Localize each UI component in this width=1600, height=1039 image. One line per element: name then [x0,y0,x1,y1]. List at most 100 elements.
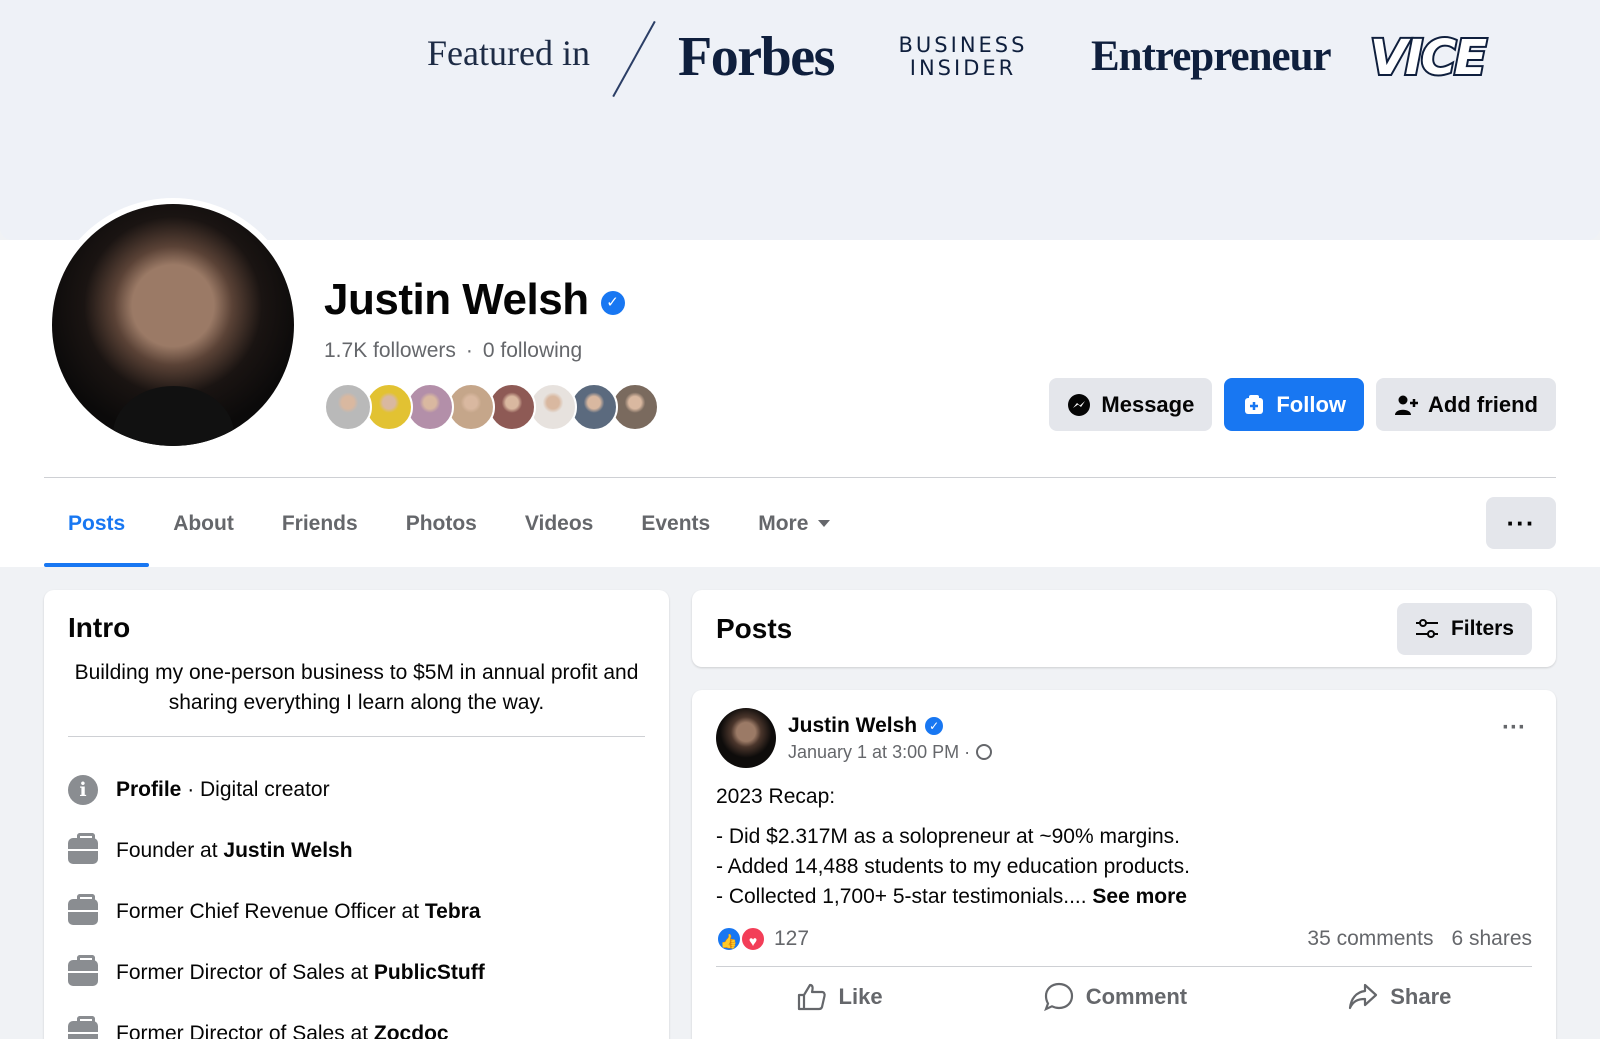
engagement-counts: 35 comments 6 shares [1307,927,1532,951]
see-more-link[interactable]: See more [1092,885,1187,908]
caret-down-icon [818,520,831,527]
tab-posts[interactable]: Posts [44,480,150,567]
follow-button[interactable]: Follow [1224,378,1364,431]
intro-item-work: Former Director of Sales at PublicStuff [68,942,645,1003]
post-body: 2023 Recap: - Did $2.317M as a soloprene… [716,782,1532,912]
like-button[interactable]: Like [797,983,883,1011]
reaction-count: 127 [774,927,810,950]
intro-item-work: Former Chief Revenue Officer at Tebra [68,881,645,942]
tab-label: Events [641,511,711,535]
add-friend-button[interactable]: Add friend [1376,378,1556,431]
stats-separator: · [465,339,473,362]
post-timestamp[interactable]: January 1 at 3:00 PM · [788,742,970,763]
post-card: Justin Welsh ✓ January 1 at 3:00 PM · ··… [692,690,1556,1039]
intro-card: Intro Building my one-person business to… [44,590,669,1039]
verified-badge-icon: ✓ [925,716,944,735]
intro-item-rest: Former Chief Revenue Officer at [116,899,425,923]
featured-in-label: Featured in [427,33,590,73]
intro-item-company-link[interactable]: Justin Welsh [223,839,352,862]
business-insider-logo: BUSINESS INSIDER [893,34,1033,80]
friend-avatar[interactable] [324,383,372,431]
shares-count[interactable]: 6 shares [1451,927,1532,951]
friend-avatar[interactable] [529,383,577,431]
intro-item-work: Former Director of Sales at Zocdoc [68,1003,645,1039]
intro-title: Intro [68,612,131,643]
thumbs-up-icon [797,983,826,1011]
tab-photos[interactable]: Photos [382,480,501,567]
intro-item-bold: Profile [116,777,182,801]
comment-label: Comment [1085,984,1188,1009]
message-button[interactable]: Message [1049,378,1213,431]
tab-events[interactable]: Events [617,480,734,567]
posts-header-card: Posts Filters [692,590,1556,667]
posts-title: Posts [716,612,793,644]
profile-actions: Message Follow Add friend [1049,378,1556,431]
intro-item-text: Former Chief Revenue Officer at Tebra [116,900,481,924]
friend-avatar[interactable] [406,383,454,431]
briefcase-icon [68,1015,98,1039]
vice-logo: VICE [1368,28,1489,88]
add-friend-label: Add friend [1428,391,1538,417]
post-author-row: Justin Welsh ✓ [788,714,992,738]
tab-videos[interactable]: Videos [501,480,617,567]
tab-label: Friends [281,511,358,535]
friend-avatar[interactable] [611,383,659,431]
intro-item-company-link[interactable]: PublicStuff [374,961,485,984]
business-insider-line2: INSIDER [909,56,1017,80]
mutual-friends-avatars[interactable] [324,383,659,431]
cover-photo[interactable]: Featured in Forbes BUSINESS INSIDER Entr… [0,0,1600,240]
tab-more[interactable]: More [734,480,854,567]
post-meta: January 1 at 3:00 PM · [788,742,993,763]
briefcase-icon [68,954,98,986]
tab-label: Videos [524,511,594,535]
intro-item-rest: Former Director of Sales at [116,960,374,984]
love-reaction-icon: ♥ [740,926,766,952]
profile-photo [52,204,294,446]
share-label: Share [1390,984,1452,1009]
intro-item-text: Former Director of Sales at PublicStuff [116,961,485,985]
share-icon [1349,983,1378,1010]
post-line: - Did $2.317M as a solopreneur at ~90% m… [716,825,1180,848]
tab-about[interactable]: About [149,480,258,567]
globe-icon [976,744,993,760]
profile-more-options-button[interactable]: ··· [1486,497,1556,549]
post-menu-button[interactable]: ··· [1502,714,1526,742]
following-link[interactable]: 0 following [483,339,582,363]
business-insider-line1: BUSINESS [898,33,1028,57]
friend-avatar[interactable] [365,383,413,431]
post-title-line: 2023 Recap: [716,785,836,808]
followers-link[interactable]: 1.7K followers [324,339,456,363]
intro-divider [68,736,645,737]
verified-badge-icon: ✓ [600,291,625,315]
intro-item-work: Founder at Justin Welsh [68,820,645,881]
filters-icon [1415,618,1438,638]
post-line-last: - Collected 1,700+ 5-star testimonials..… [716,882,1532,912]
intro-item-rest: · Digital creator [181,777,330,801]
post-header: Justin Welsh ✓ January 1 at 3:00 PM · [716,708,1532,768]
intro-item-text: Founder at Justin Welsh [116,839,353,863]
comments-count[interactable]: 35 comments [1307,927,1433,951]
reaction-summary[interactable]: 👍 ♥ 127 [716,926,809,952]
like-reaction-icon: 👍 [716,926,742,952]
profile-name-row: Justin Welsh ✓ [324,275,625,325]
follow-icon [1245,394,1264,414]
featured-divider [612,20,656,98]
entrepreneur-logo: Entrepreneur [1091,33,1332,80]
filters-button[interactable]: Filters [1396,602,1532,655]
tab-label: About [173,511,234,535]
tab-friends[interactable]: Friends [258,480,382,567]
post-author-name[interactable]: Justin Welsh [788,714,917,738]
intro-item-text: Profile · Digital creator [116,778,330,802]
friend-avatar[interactable] [447,383,495,431]
post-line: - Collected 1,700+ 5-star testimonials..… [716,885,1093,908]
profile-avatar[interactable] [46,198,300,452]
intro-item-company-link[interactable]: Tebra [425,900,481,923]
info-icon: i [68,774,98,805]
comment-button[interactable]: Comment [1043,982,1188,1012]
message-label: Message [1101,391,1195,417]
post-author-avatar[interactable] [716,708,776,768]
friend-avatar[interactable] [570,383,618,431]
friend-avatar[interactable] [488,383,536,431]
share-button[interactable]: Share [1348,983,1451,1011]
intro-item-company-link[interactable]: Zocdoc [374,1022,449,1039]
